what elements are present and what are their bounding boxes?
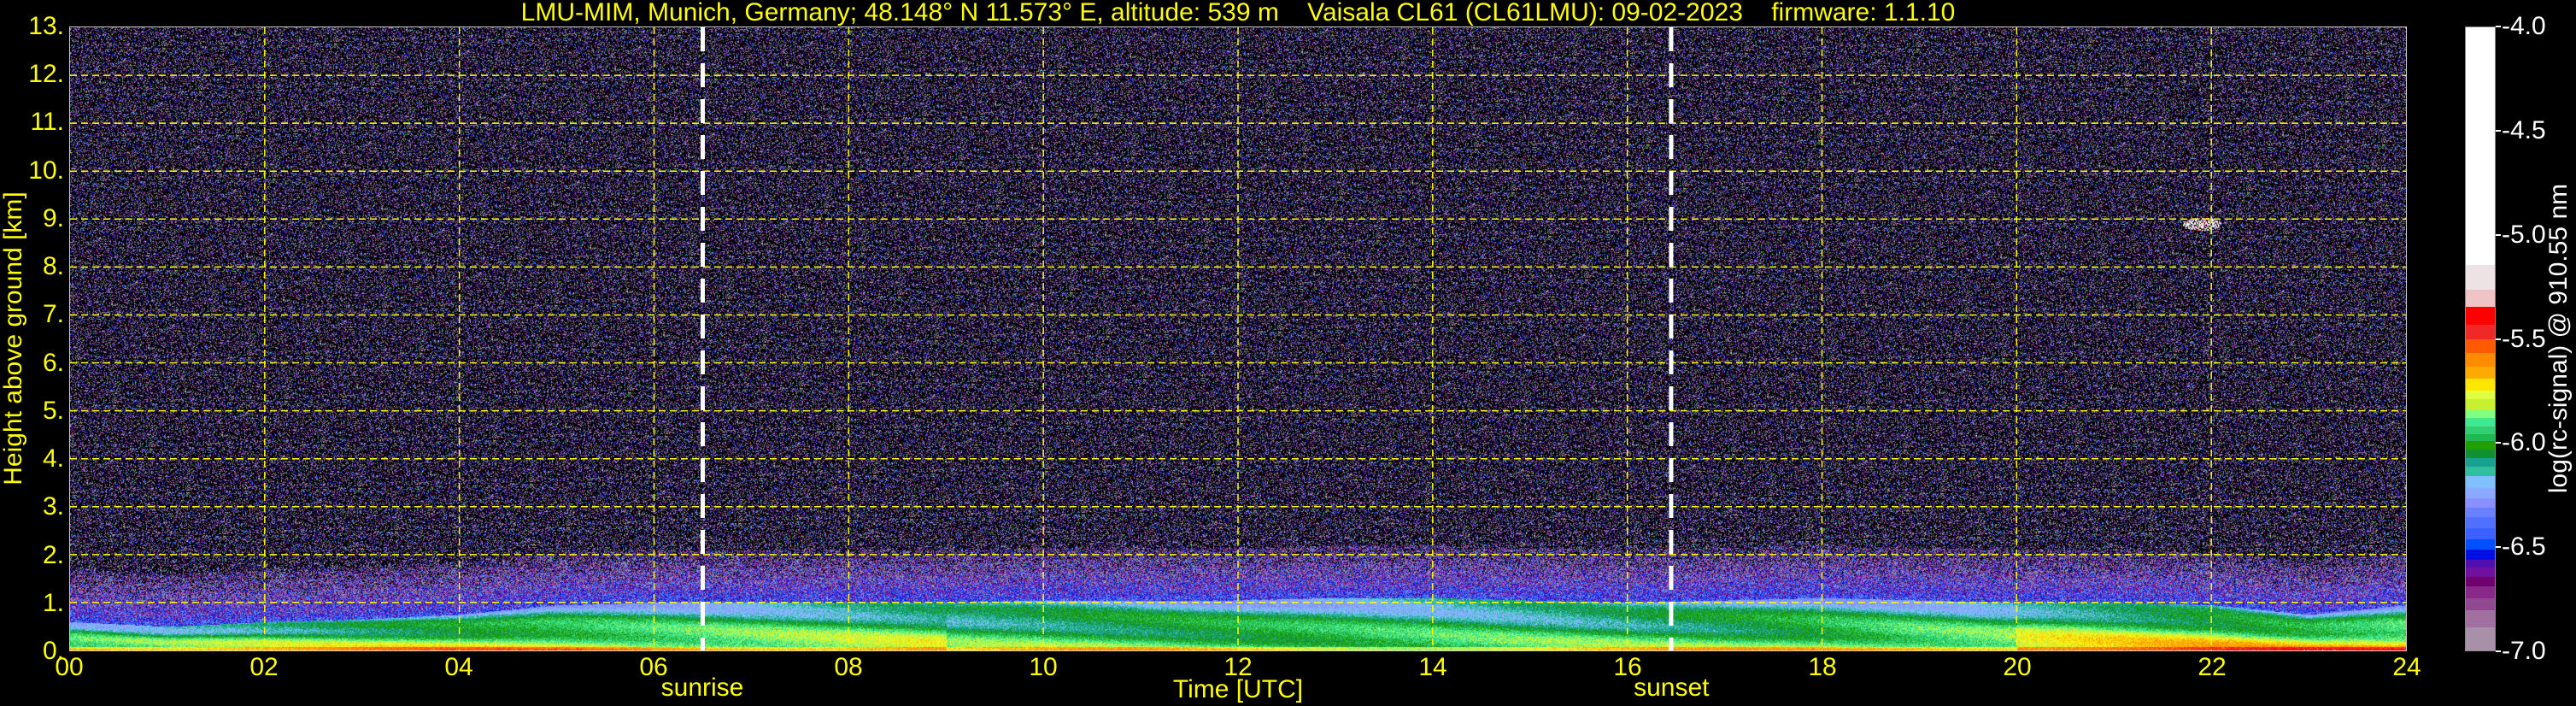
colorbar-segment	[2466, 627, 2495, 650]
colorbar-segment	[2466, 538, 2495, 550]
colorbar-segment	[2466, 497, 2495, 508]
colorbar-segment	[2466, 457, 2495, 468]
y-tick-label: 5.	[42, 396, 64, 425]
y-tick-label: 8.	[42, 252, 64, 281]
y-tick-label: 7.	[42, 300, 64, 329]
colorbar-tick-label: -4.0	[2502, 12, 2546, 40]
colorbar-segment	[2466, 466, 2495, 477]
colorbar-tick-mark	[2496, 338, 2501, 340]
colorbar-segment	[2466, 597, 2495, 611]
colorbar-label: log(rc-signal) @ 910.55 nm	[2544, 183, 2573, 494]
colorbar-segment	[2466, 549, 2495, 560]
colorbar-tick-mark	[2496, 233, 2501, 236]
colorbar-segment	[2466, 398, 2495, 410]
colorbar-segment	[2466, 417, 2495, 427]
y-tick-label: 3.	[42, 492, 64, 521]
colorbar-segment	[2466, 507, 2495, 517]
colorbar-segment	[2466, 609, 2495, 627]
grid-overlay	[70, 27, 2406, 650]
colorbar-tick-label: -6.0	[2502, 428, 2546, 457]
y-tick-label: 6.	[42, 348, 64, 377]
colorbar-segment	[2466, 338, 2495, 353]
x-axis-label: Time [UTC]	[1172, 675, 1304, 703]
colorbar-segment	[2466, 324, 2495, 339]
y-tick-label: 12.	[28, 60, 64, 89]
plot-area	[69, 26, 2407, 651]
colorbar-tick-label: -5.5	[2502, 324, 2546, 353]
colorbar-segment	[2466, 449, 2495, 458]
colorbar-tick-mark	[2496, 546, 2501, 549]
colorbar-segment	[2466, 306, 2495, 325]
colorbar-segment	[2466, 433, 2495, 442]
colorbar-tick-label: -7.0	[2502, 637, 2546, 665]
colorbar-segment	[2466, 352, 2495, 367]
colorbar-segment	[2466, 366, 2495, 379]
y-tick-label: 4.	[42, 444, 64, 474]
colorbar-segment	[2466, 390, 2495, 400]
colorbar	[2465, 26, 2496, 651]
colorbar-segment	[2466, 409, 2495, 419]
y-tick-label: 9.	[42, 203, 64, 232]
y-tick-label: 2.	[42, 540, 64, 569]
colorbar-segment	[2466, 487, 2495, 498]
colorbar-segment	[2466, 475, 2495, 488]
chart-title: LMU-MIM, Munich, Germany; 48.148° N 11.5…	[520, 0, 1956, 26]
colorbar-tick-mark	[2496, 442, 2501, 444]
y-tick-label: 13.	[28, 12, 64, 40]
colorbar-segment	[2466, 289, 2495, 308]
y-tick-label: 11.	[30, 108, 64, 137]
colorbar-segment	[2466, 559, 2495, 568]
y-tick-label: 10.	[28, 156, 64, 185]
colorbar-tick-mark	[2496, 26, 2501, 27]
colorbar-segment	[2466, 440, 2495, 450]
colorbar-tick-label: -4.5	[2502, 115, 2546, 144]
colorbar-segment	[2466, 567, 2495, 578]
colorbar-segment	[2466, 264, 2495, 290]
colorbar-tick-mark	[2496, 129, 2501, 132]
colorbar-segment	[2466, 27, 2495, 265]
colorbar-segment	[2466, 576, 2495, 587]
colorbar-segment	[2466, 585, 2495, 598]
colorbar-segment	[2466, 527, 2495, 539]
colorbar-tick-label: -5.0	[2502, 220, 2546, 249]
colorbar-tick-label: -6.5	[2502, 532, 2546, 562]
y-axis-label: Height above ground [km]	[0, 191, 27, 485]
y-tick-label: 1.	[42, 588, 64, 617]
colorbar-tick-mark	[2496, 650, 2501, 652]
colorbar-segment	[2466, 516, 2495, 529]
colorbar-segment	[2466, 426, 2495, 435]
colorbar-segment	[2466, 378, 2495, 391]
